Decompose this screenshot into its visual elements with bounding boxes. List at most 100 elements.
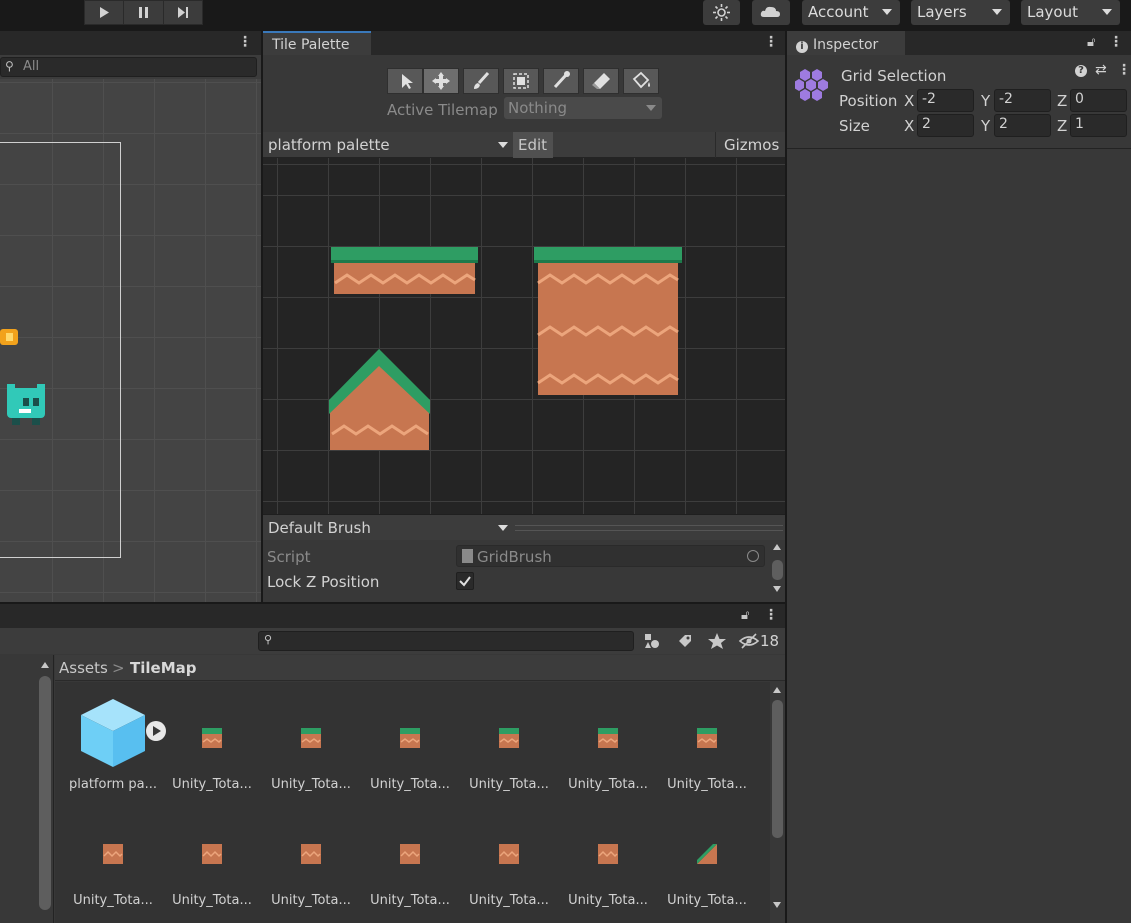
size-x-field[interactable]: 2 xyxy=(917,114,974,137)
cloud-button[interactable] xyxy=(752,0,790,25)
position-x-field[interactable]: -2 xyxy=(917,89,974,112)
layers-dropdown[interactable]: Layers xyxy=(911,0,1010,25)
inspector-menu-kebab[interactable]: ⋮ xyxy=(1109,34,1123,50)
tile-platform-flat[interactable] xyxy=(331,247,478,294)
panel-divider[interactable] xyxy=(785,31,787,923)
brush-toolbar: Default Brush xyxy=(263,514,785,540)
asset-tile[interactable]: Unity_Tota... xyxy=(362,696,458,792)
pause-button[interactable] xyxy=(124,1,164,24)
tile-thumbnail xyxy=(697,728,717,748)
component-menu-kebab[interactable]: ⋮ xyxy=(1117,62,1131,78)
scroll-up-icon[interactable] xyxy=(41,662,49,668)
edit-label: Edit xyxy=(518,136,548,154)
asset-tile[interactable]: Unity_Tota... xyxy=(560,812,656,908)
tile-platform-slope[interactable] xyxy=(328,348,431,450)
tile-platform-block[interactable] xyxy=(534,247,682,395)
preset-icon[interactable]: ⇄ xyxy=(1095,62,1107,78)
search-by-label-button[interactable] xyxy=(674,632,696,650)
tile-thumbnail xyxy=(301,844,321,864)
asset-grid[interactable]: platform pa... Unity_Tota... Unity_Tota.… xyxy=(55,682,770,923)
asset-tile[interactable]: Unity_Tota... xyxy=(263,696,359,792)
project-menu-kebab[interactable]: ⋮ xyxy=(764,607,778,623)
breadcrumb-tilemap[interactable]: TileMap xyxy=(130,659,196,677)
move-tool-button[interactable] xyxy=(423,68,459,94)
help-icon[interactable]: ? xyxy=(1075,65,1087,77)
scene-view[interactable] xyxy=(0,79,261,602)
scene-search-input[interactable]: ⚲ All xyxy=(0,57,257,77)
asset-tile[interactable]: Unity_Tota... xyxy=(560,696,656,792)
tile-thumbnail xyxy=(400,728,420,748)
fill-tool-button[interactable] xyxy=(623,68,659,94)
position-y-field[interactable]: -2 xyxy=(994,89,1051,112)
favorites-button[interactable] xyxy=(706,632,728,650)
scroll-thumb[interactable] xyxy=(39,676,51,910)
script-field[interactable]: GridBrush xyxy=(456,545,765,567)
box-fill-icon xyxy=(513,73,529,89)
size-z-field[interactable]: 1 xyxy=(1070,114,1127,137)
inspector-tab-label: Inspector xyxy=(813,37,879,53)
select-tool-button[interactable] xyxy=(387,68,423,94)
asset-platform-palette[interactable]: platform pa... xyxy=(65,696,166,792)
palette-name: platform palette xyxy=(268,136,390,154)
gizmos-button[interactable]: Gizmos xyxy=(715,132,785,158)
scroll-up-icon[interactable] xyxy=(773,687,781,693)
scroll-down-icon[interactable] xyxy=(773,902,781,908)
scene-header: ⋮ ⚲ All xyxy=(0,31,261,79)
lock-icon[interactable]: 🔓︎ xyxy=(1087,35,1095,50)
play-button[interactable] xyxy=(85,1,124,24)
paint-tool-button[interactable] xyxy=(463,68,499,94)
step-button[interactable] xyxy=(164,1,203,24)
services-button[interactable] xyxy=(703,0,740,25)
scroll-down-icon[interactable] xyxy=(773,586,781,592)
palette-dropdown[interactable]: platform palette xyxy=(263,132,512,158)
layout-dropdown[interactable]: Layout xyxy=(1021,0,1120,25)
tile-palette-menu-kebab[interactable]: ⋮ xyxy=(764,34,778,50)
account-dropdown[interactable]: Account xyxy=(802,0,900,25)
project-tabbar xyxy=(0,604,785,628)
project-search-input[interactable]: ⚲ xyxy=(258,631,634,651)
asset-label: Unity_Tota... xyxy=(667,893,747,908)
picker-tool-button[interactable] xyxy=(543,68,579,94)
active-tilemap-dropdown[interactable]: Nothing xyxy=(504,97,662,119)
breadcrumb-assets[interactable]: Assets xyxy=(59,659,108,677)
asset-tile[interactable]: Unity_Tota... xyxy=(659,696,755,792)
tile-thumbnail xyxy=(697,844,717,864)
brush-dropdown[interactable]: Default Brush xyxy=(263,515,512,541)
checkmark-icon xyxy=(459,576,471,587)
size-y-field[interactable]: 2 xyxy=(994,114,1051,137)
tab-tile-palette[interactable]: Tile Palette xyxy=(263,31,371,55)
scroll-thumb[interactable] xyxy=(772,560,783,580)
asset-tile[interactable]: Unity_Tota... xyxy=(263,812,359,908)
edit-palette-button[interactable]: Edit xyxy=(513,132,553,158)
lock-z-checkbox[interactable] xyxy=(456,572,474,590)
asset-tile[interactable]: Unity_Tota... xyxy=(164,696,260,792)
erase-tool-button[interactable] xyxy=(583,68,619,94)
coin-sprite[interactable] xyxy=(0,327,20,347)
object-picker-icon[interactable] xyxy=(747,550,759,562)
asset-tile[interactable]: Unity_Tota... xyxy=(659,812,755,908)
player-sprite[interactable] xyxy=(4,382,48,428)
scroll-up-icon[interactable] xyxy=(773,544,781,550)
script-icon xyxy=(462,549,473,563)
brush-scrollbar[interactable] xyxy=(770,543,785,601)
asset-tile[interactable]: Unity_Tota... xyxy=(164,812,260,908)
position-z-field[interactable]: 0 xyxy=(1070,89,1127,112)
asset-tile[interactable]: Unity_Tota... xyxy=(461,812,557,908)
asset-label: Unity_Tota... xyxy=(172,893,252,908)
tab-inspector[interactable]: i Inspector xyxy=(787,31,905,55)
asset-grid-scrollbar[interactable] xyxy=(770,684,785,914)
asset-tile[interactable]: Unity_Tota... xyxy=(65,812,161,908)
search-by-type-button[interactable] xyxy=(641,632,663,650)
palette-grid[interactable] xyxy=(263,158,785,514)
scroll-thumb[interactable] xyxy=(772,700,783,838)
panel-divider[interactable] xyxy=(261,31,263,603)
scene-menu-kebab[interactable]: ⋮ xyxy=(238,34,252,50)
box-fill-tool-button[interactable] xyxy=(503,68,539,94)
asset-tile[interactable]: Unity_Tota... xyxy=(461,696,557,792)
panel-divider[interactable] xyxy=(0,602,785,604)
asset-tile[interactable]: Unity_Tota... xyxy=(362,812,458,908)
brush-splitter-handle[interactable] xyxy=(515,525,783,531)
hidden-packages-toggle[interactable]: 18 xyxy=(738,631,782,651)
lock-icon[interactable]: 🔓︎ xyxy=(741,608,749,623)
folder-tree-scrollbar[interactable] xyxy=(38,659,52,917)
